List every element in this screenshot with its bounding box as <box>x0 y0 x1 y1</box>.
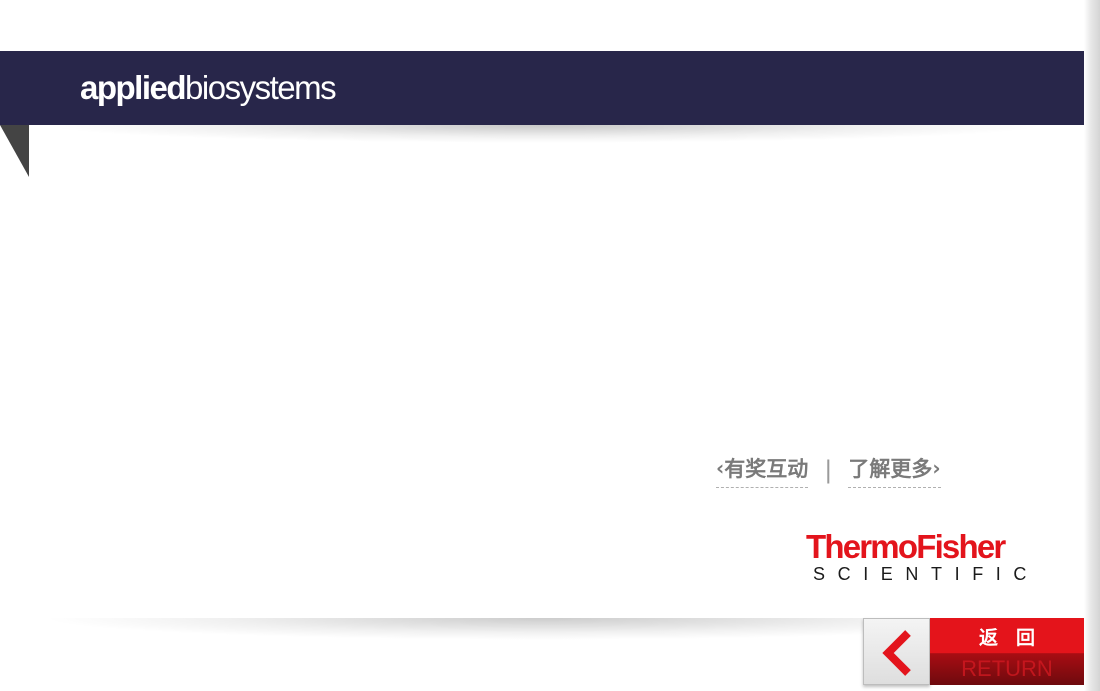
interactive-prize-link[interactable]: ‹ 有奖互动 <box>716 453 809 488</box>
return-button[interactable]: 返回 RETURN <box>863 618 1084 687</box>
chevron-left-icon: ‹ <box>716 455 725 480</box>
learn-more-link[interactable]: 了解更多 › <box>848 453 941 488</box>
thermo-fisher-wordmark: ThermoFisher <box>806 528 1006 565</box>
header-band: appliedbiosystems <box>0 51 1084 125</box>
back-button[interactable] <box>863 618 930 685</box>
interactive-prize-label: 有奖互动 <box>724 456 809 481</box>
return-label-en: RETURN <box>961 656 1053 681</box>
page-edge-shadow <box>1084 0 1100 691</box>
thermo-fisher-logo: ThermoFisher SCIENTIFIC <box>806 528 1040 587</box>
link-separator: | <box>824 456 833 484</box>
header-shadow <box>40 125 1050 143</box>
chevron-left-icon <box>882 630 911 676</box>
return-label-cn: 返回 <box>978 627 1053 649</box>
scientific-wordmark: SCIENTIFIC <box>813 564 1040 584</box>
chevron-right-icon: › <box>932 455 941 480</box>
brand-bold-text: applied <box>80 69 187 106</box>
applied-biosystems-logo: appliedbiosystems <box>80 68 337 108</box>
link-bar: ‹ 有奖互动 | 了解更多 › <box>716 452 941 488</box>
ribbon-fold <box>0 125 29 177</box>
return-label-panel[interactable]: 返回 RETURN <box>930 618 1084 685</box>
learn-more-label: 了解更多 <box>848 456 933 481</box>
brand-light-text: biosystems <box>185 69 337 106</box>
